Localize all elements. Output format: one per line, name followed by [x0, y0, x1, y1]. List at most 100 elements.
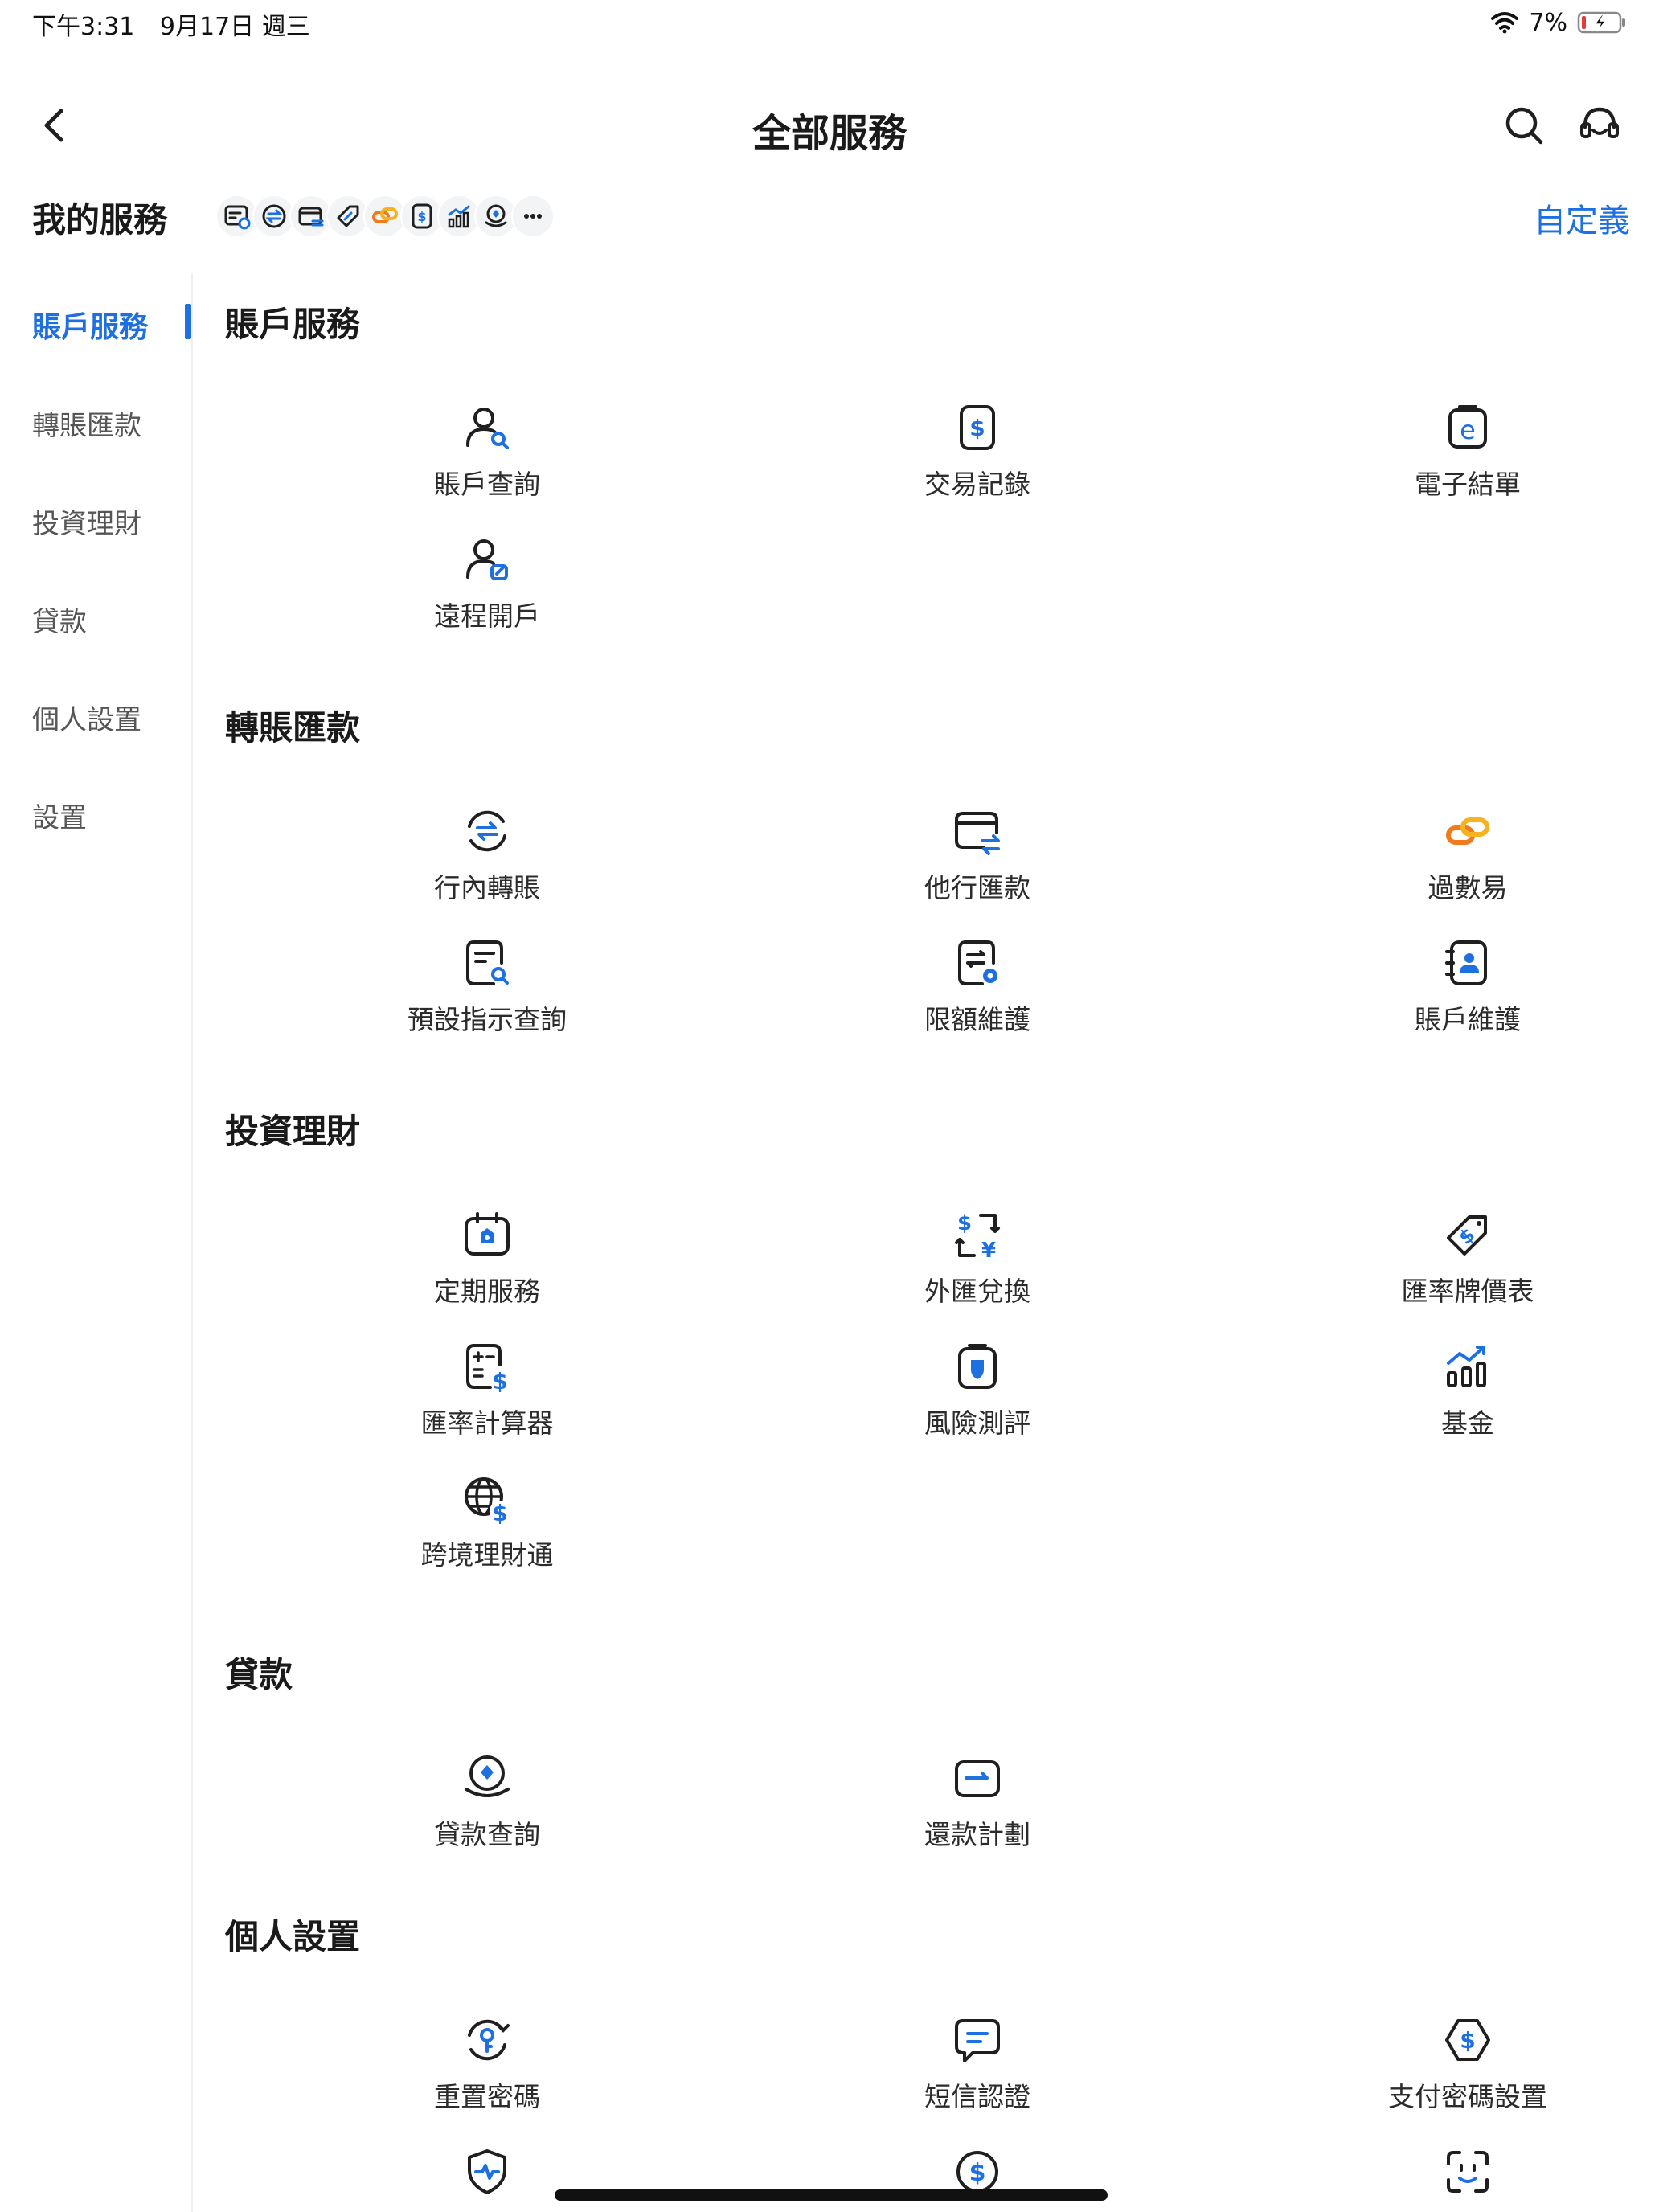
tile-account-query[interactable]: 賬戶查詢: [334, 402, 640, 522]
customize-button[interactable]: 自定義: [1534, 195, 1630, 241]
tile-fx-exchange[interactable]: $ ¥ 外匯兌換: [825, 1209, 1130, 1329]
tile-remote-account-opening[interactable]: 遠程開戶: [334, 534, 640, 654]
section-title: 轉賬匯款: [225, 708, 361, 748]
tile-payment-password[interactable]: $ 支付密碼設置: [1315, 2014, 1620, 2135]
my-services: 我的服務 $ 自定義: [0, 183, 1659, 248]
loan-query-icon: [485, 204, 507, 227]
tile-fps[interactable]: 過數易: [1315, 805, 1620, 926]
remote-account-icon: [224, 205, 251, 230]
tile-dollar-partial[interactable]: $: [825, 2146, 1130, 2212]
section-title: 貸款: [225, 1655, 293, 1694]
tile-risk-assessment[interactable]: 風險測評: [825, 1341, 1130, 1461]
tile-shield-partial[interactable]: [334, 2146, 640, 2212]
tile-label: 還款計劃: [924, 1819, 1030, 1850]
tile-cross-boundary-wmc[interactable]: $ 跨境理財通: [334, 1473, 640, 1593]
headset-icon: [1580, 107, 1619, 138]
rate-tag-icon: [337, 205, 359, 227]
tile-label: 貸款查詢: [434, 1819, 540, 1850]
tile-label: 電子結單: [1415, 469, 1521, 500]
tile-label: 過數易: [1428, 872, 1508, 903]
tile-sms-authentication[interactable]: 短信認證: [825, 2014, 1130, 2135]
my-services-title: 我的服務: [32, 200, 168, 240]
globe-dollar-icon: $: [465, 1477, 510, 1524]
svg-text:$: $: [969, 2159, 986, 2187]
tile-label: 外匯兌換: [924, 1276, 1030, 1307]
svg-text:$: $: [417, 209, 426, 224]
tile-fund[interactable]: 基金: [1315, 1341, 1620, 1461]
sidebar-item-transfer[interactable]: 轉賬匯款: [32, 403, 141, 443]
tile-label: 遠程開戶: [434, 600, 540, 632]
tile-label: 短信認證: [924, 2081, 1030, 2112]
battery-charging-icon: [1577, 11, 1625, 34]
repayment-plan-icon: [955, 1760, 1000, 1797]
tile-reset-password[interactable]: 重置密碼: [334, 2014, 640, 2135]
calculator-icon: $: [466, 1344, 508, 1392]
fps-icon: [1446, 817, 1489, 845]
sidebar-item-settings[interactable]: 設置: [32, 796, 87, 835]
tile-rate-calculator[interactable]: $ 匯率計算器: [334, 1341, 640, 1461]
shield-pulse-icon: [468, 2149, 506, 2194]
tile-label: 他行匯款: [924, 872, 1030, 903]
tile-label: 賬戶查詢: [434, 469, 540, 500]
tile-repayment-plan[interactable]: 還款計劃: [825, 1752, 1130, 1873]
tile-label: 交易記錄: [924, 469, 1030, 500]
sidebar-item-personal-settings[interactable]: 個人設置: [32, 698, 141, 737]
svg-text:$: $: [1460, 2027, 1475, 2054]
remote-account-icon: [466, 539, 508, 580]
sidebar-item-account-services[interactable]: 賬戶服務: [32, 304, 148, 346]
sms-message-icon: [955, 2019, 1000, 2062]
search-button[interactable]: [1498, 100, 1550, 151]
sidebar-active-indicator: [185, 304, 191, 339]
tile-label: 風險測評: [924, 1407, 1030, 1439]
status-bar: 下午3:31 9月17日 週三 7%: [0, 0, 1659, 45]
sidebar-item-loan[interactable]: 貸款: [32, 600, 87, 639]
internal-transfer-icon: [262, 204, 286, 228]
home-indicator[interactable]: [555, 2189, 1108, 2201]
face-id-icon: [1447, 2151, 1489, 2193]
fund-icon: [1447, 1346, 1486, 1387]
tile-label: 行內轉賬: [434, 872, 540, 903]
rate-tag-icon: $: [1447, 1215, 1487, 1256]
tile-preset-instruction-query[interactable]: 預設指示查詢: [334, 937, 640, 1058]
service-content: 賬戶服務 賬戶查詢 $ 交易記錄 e 電子結單 遠程開戶 轉賬匯款 行內轉賬 他…: [193, 273, 1659, 2212]
fps-icon: [372, 207, 398, 223]
page-title: 全部服務: [752, 111, 907, 156]
svg-text:$: $: [492, 1368, 507, 1392]
search-icon: [1505, 107, 1543, 145]
status-time: 下午3:31: [32, 13, 135, 41]
tile-label: 基金: [1441, 1407, 1494, 1439]
section-title: 投資理財: [225, 1112, 361, 1151]
tile-label: 定期服務: [434, 1276, 540, 1307]
shortcut-more[interactable]: [511, 195, 555, 238]
tile-e-statement[interactable]: e 電子結單: [1315, 402, 1620, 522]
status-date: 9月17日 週三: [159, 13, 310, 41]
tile-transaction-record[interactable]: $ 交易記錄: [825, 402, 1130, 522]
svg-text:¥: ¥: [981, 1239, 996, 1260]
svg-text:$: $: [957, 1211, 972, 1235]
loan-query-icon: [465, 1755, 510, 1797]
tile-account-maintenance[interactable]: 賬戶維護: [1315, 937, 1620, 1058]
tile-rate-board[interactable]: $ 匯率牌價表: [1315, 1209, 1620, 1329]
sidebar-item-investment[interactable]: 投資理財: [32, 502, 141, 541]
time-deposit-icon: [465, 1212, 510, 1256]
internal-transfer-icon: [468, 810, 506, 852]
tile-label: 重置密碼: [434, 2081, 540, 2112]
tile-loan-query[interactable]: 貸款查詢: [334, 1752, 640, 1873]
tile-internal-transfer[interactable]: 行內轉賬: [334, 805, 640, 926]
status-left: 下午3:31 9月17日 週三: [32, 6, 328, 42]
other-bank-remit-icon: [298, 207, 324, 227]
tile-label: 賬戶維護: [1415, 1004, 1521, 1035]
tile-time-deposit[interactable]: 定期服務: [334, 1209, 640, 1329]
fund-icon: [448, 205, 470, 228]
other-bank-remit-icon: [955, 812, 1000, 855]
tile-face-id-partial[interactable]: [1315, 2146, 1620, 2212]
section-title: 賬戶服務: [225, 305, 361, 344]
transaction-record-icon: $: [960, 405, 995, 450]
tile-limit-maintenance[interactable]: 限額維護: [825, 937, 1130, 1058]
shortcut-row[interactable]: $: [215, 195, 555, 238]
support-button[interactable]: [1574, 100, 1625, 151]
sidebar: [0, 273, 193, 2212]
tile-other-bank-remit[interactable]: 他行匯款: [825, 805, 1130, 926]
transaction-record-icon: $: [412, 203, 432, 229]
section-title: 個人設置: [225, 1917, 361, 1956]
